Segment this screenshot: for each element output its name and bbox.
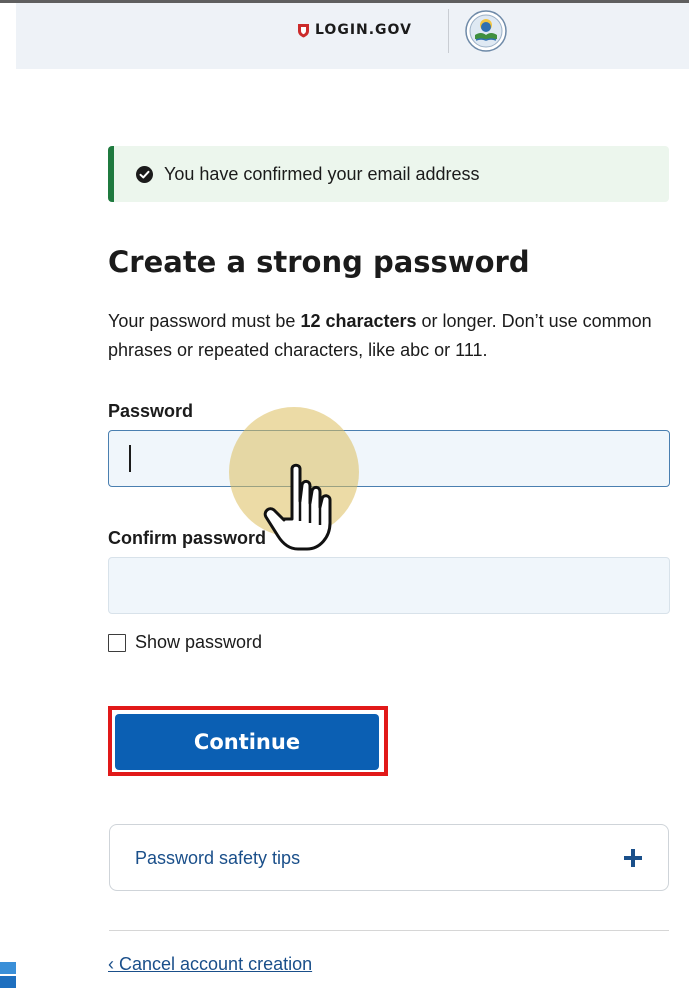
plus-icon[interactable]	[624, 849, 642, 867]
header-divider	[448, 9, 449, 53]
page-title: Create a strong password	[108, 245, 530, 279]
hand-pointer-icon	[263, 463, 332, 551]
check-circle-icon	[136, 165, 153, 183]
footer-divider	[109, 930, 669, 931]
password-requirements: Your password must be 12 characters or l…	[108, 307, 668, 365]
text-caret	[129, 445, 131, 472]
show-password-toggle[interactable]: Show password	[108, 632, 262, 653]
accordion-label[interactable]: Password safety tips	[135, 848, 300, 869]
requirements-text-1: Your password must be	[108, 311, 301, 331]
left-margin	[0, 3, 16, 69]
password-label: Password	[108, 401, 194, 421]
login-gov-logo[interactable]: LOGIN.GOV	[297, 19, 412, 41]
confirm-password-label: Confirm password	[108, 528, 267, 548]
password-tips-accordion[interactable]: Password safety tips	[109, 824, 669, 891]
show-password-checkbox[interactable]	[108, 633, 126, 652]
password-input[interactable]	[108, 430, 670, 487]
requirements-emphasis: 12 characters	[300, 311, 417, 331]
alert-message: You have confirmed your email address	[164, 163, 480, 184]
brand-name: LOGIN.GOV	[315, 22, 412, 38]
site-header: LOGIN.GOV	[16, 3, 689, 69]
show-password-label[interactable]: Show password	[135, 632, 262, 653]
success-alert: You have confirmed your email address	[108, 146, 669, 202]
confirm-password-input[interactable]	[108, 557, 670, 614]
cancel-account-link[interactable]: ‹ Cancel account creation	[108, 954, 312, 975]
window-corner-icon	[0, 962, 16, 988]
epa-seal-icon	[465, 10, 507, 52]
continue-button[interactable]: Continue	[115, 714, 379, 770]
shield-icon	[298, 23, 309, 37]
